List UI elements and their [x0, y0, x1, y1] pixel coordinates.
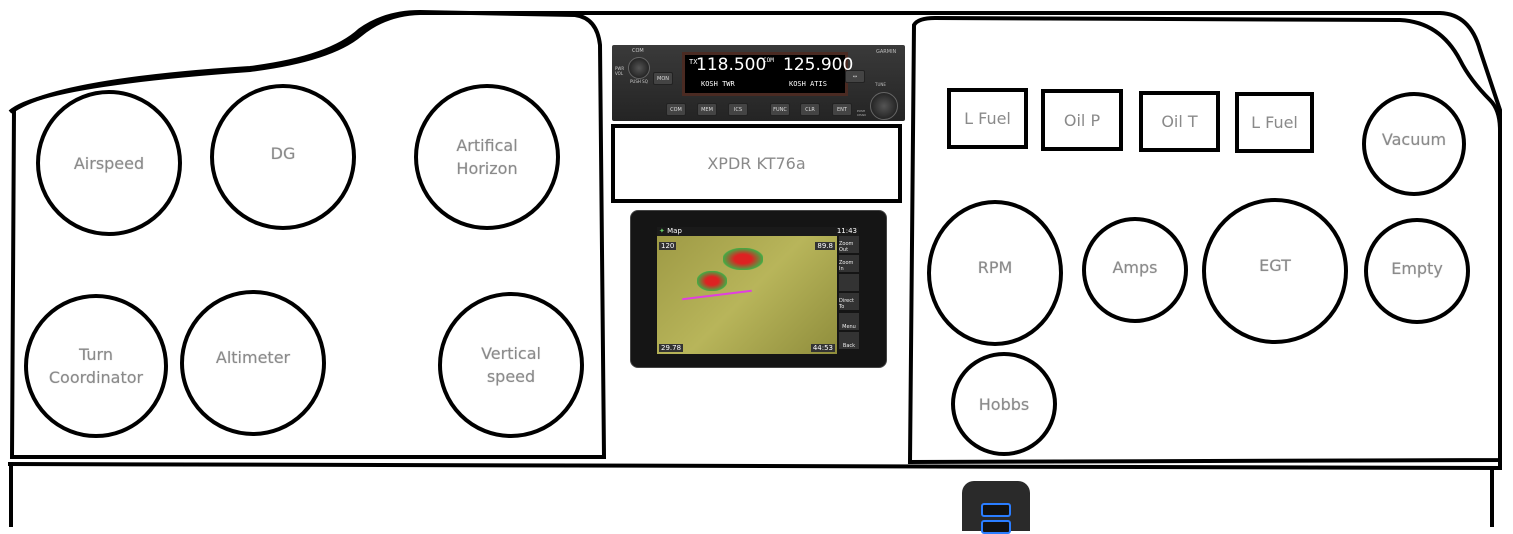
oil-temp-gauge: Oil T — [1139, 91, 1220, 152]
route-line — [682, 289, 752, 301]
active-frequency: 118.500 — [696, 55, 767, 75]
gauge-label: Vertical speed — [481, 344, 541, 386]
map-icon: ✦ — [659, 227, 665, 235]
l-fuel-gauge-1: L Fuel — [947, 88, 1028, 149]
hobbs-meter: Hobbs — [951, 352, 1057, 456]
standby-station: KOSH ATIS — [789, 80, 827, 88]
gauge-label: Artifical Horizon — [456, 136, 518, 178]
knob-label: COM — [632, 48, 644, 54]
mon-button[interactable]: MON — [653, 72, 673, 85]
clr-button[interactable]: CLR — [800, 103, 820, 116]
altimeter-readout: 29.78 — [659, 344, 684, 352]
oil-pressure-gauge: Oil P — [1041, 89, 1123, 151]
volume-knob[interactable] — [628, 57, 650, 79]
zoom-out-button[interactable]: Zoom Out — [839, 236, 859, 253]
gauge-label: L Fuel — [964, 109, 1011, 128]
ete-next-readout: 44:53 — [810, 344, 835, 352]
swap-button[interactable]: ↔ — [845, 70, 865, 83]
amps-gauge: Amps — [1082, 217, 1188, 323]
com-radio: COM PWR VOL PUSH SQ MON TX 118.500 COM 1… — [612, 45, 905, 121]
usb-charger — [962, 481, 1030, 534]
gauge-label: Oil T — [1161, 112, 1198, 131]
active-station: KOSH TWR — [701, 80, 735, 88]
back-button[interactable]: Back — [839, 332, 859, 349]
ent-button[interactable]: ENT — [832, 103, 852, 116]
func-button[interactable]: FUNC — [770, 103, 790, 116]
gauge-label: Hobbs — [978, 394, 1030, 414]
dg-gauge: DG — [210, 84, 356, 230]
rpm-gauge: RPM — [927, 200, 1063, 346]
usb-port — [981, 520, 1011, 534]
vertical-speed-gauge: Vertical speed — [438, 292, 584, 438]
empty-gauge: Empty — [1364, 218, 1470, 324]
radio-display: TX 118.500 COM 125.900 KOSH TWR KOSH ATI… — [682, 52, 853, 96]
airspeed-gauge: Airspeed — [36, 90, 182, 236]
push-chan-label: PUSH CHAN — [857, 109, 866, 117]
artificial-horizon-gauge: Artifical Horizon — [414, 84, 560, 230]
menu-button[interactable]: Menu — [839, 313, 859, 330]
gauge-label: Airspeed — [73, 153, 145, 173]
blank-button[interactable] — [839, 274, 859, 291]
gauge-label: L Fuel — [1251, 113, 1298, 132]
weather-cell — [697, 271, 727, 291]
tune-knob[interactable] — [870, 92, 898, 120]
gs-readout: 120 — [659, 242, 677, 250]
garmin-logo: GARMIN — [876, 49, 897, 55]
standby-frequency: 125.900 — [783, 55, 854, 75]
com-button[interactable]: COM — [666, 103, 686, 116]
vacuum-gauge: Vacuum — [1362, 92, 1466, 196]
turn-coordinator-gauge: Turn Coordinator — [24, 294, 168, 438]
push-sq-label: PUSH SQ — [630, 79, 648, 84]
gauge-label: EGT — [1259, 256, 1291, 275]
mem-button[interactable]: MEM — [697, 103, 717, 116]
transponder-box: XPDR KT76a — [611, 124, 902, 203]
mode-label: COM — [763, 57, 774, 64]
transponder-label: XPDR KT76a — [707, 154, 806, 173]
gauge-label: Turn Coordinator — [48, 345, 144, 387]
zoom-in-button[interactable]: Zoom In — [839, 255, 859, 272]
gps-title: Map — [667, 227, 682, 235]
dist-next-readout: 89.8 — [815, 242, 835, 250]
ics-button[interactable]: ICS — [728, 103, 748, 116]
tune-label: TUNE — [875, 82, 886, 87]
gps-time: 11:43 — [836, 227, 857, 235]
weather-cell — [723, 248, 763, 270]
moving-map[interactable]: 120 89.8 29.78 44:53 — [657, 236, 837, 354]
direct-to-button[interactable]: Direct To — [839, 293, 859, 310]
gps-tablet: ✦ Map 11:43 120 89.8 29.78 44:53 Zoom Ou… — [630, 210, 887, 368]
gauge-label: RPM — [977, 258, 1013, 277]
usb-port — [981, 503, 1011, 517]
vol-label: PWR VOL — [615, 66, 625, 76]
gauge-label: Amps — [1112, 258, 1158, 277]
gauge-label: Empty — [1391, 259, 1443, 278]
gauge-label: Altimeter — [215, 348, 291, 367]
l-fuel-gauge-2: L Fuel — [1235, 92, 1314, 153]
gauge-label: Vacuum — [1381, 130, 1447, 149]
gauge-label: DG — [270, 144, 296, 163]
altimeter-gauge: Altimeter — [180, 290, 326, 436]
egt-gauge: EGT — [1202, 198, 1348, 344]
gauge-label: Oil P — [1063, 110, 1101, 130]
